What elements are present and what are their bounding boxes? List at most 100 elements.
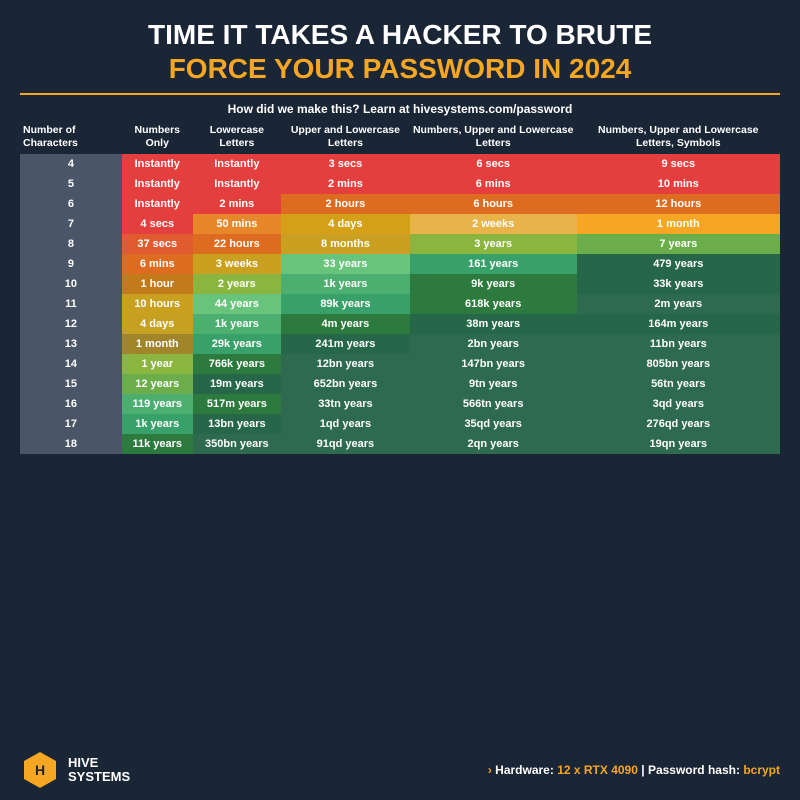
table-header-row: Number of Characters Numbers Only Lowerc… <box>20 119 780 154</box>
data-cell: 517m years <box>193 394 281 414</box>
hardware-label: Hardware: <box>495 763 557 777</box>
subtitle-text: How did we make this? Learn at hivesyste… <box>20 99 780 119</box>
char-count-cell: 12 <box>20 314 122 334</box>
table-row: 837 secs22 hours8 months3 years7 years <box>20 234 780 254</box>
table-row: 74 secs50 mins4 days2 weeks1 month <box>20 214 780 234</box>
data-cell: 35qd years <box>410 414 577 434</box>
data-cell: 6 mins <box>410 174 577 194</box>
col-header-upper-lower: Upper and Lowercase Letters <box>281 119 410 154</box>
data-cell: 6 mins <box>122 254 193 274</box>
data-cell: 652bn years <box>281 374 410 394</box>
char-count-cell: 9 <box>20 254 122 274</box>
data-cell: 3 secs <box>281 154 410 174</box>
data-cell: 12 hours <box>577 194 780 214</box>
main-title: TIME IT TAKES A HACKER TO BRUTE FORCE YO… <box>20 18 780 85</box>
table-row: 1512 years19m years652bn years9tn years5… <box>20 374 780 394</box>
char-count-cell: 18 <box>20 434 122 454</box>
title-line2: FORCE YOUR PASSWORD IN 2024 <box>20 52 780 86</box>
password-table: Number of Characters Numbers Only Lowerc… <box>20 119 780 454</box>
char-count-cell: 5 <box>20 174 122 194</box>
char-count-cell: 16 <box>20 394 122 414</box>
logo: H HIVESYSTEMS <box>20 750 130 790</box>
data-cell: Instantly <box>122 194 193 214</box>
data-cell: 479 years <box>577 254 780 274</box>
char-count-cell: 10 <box>20 274 122 294</box>
data-cell: 1 month <box>577 214 780 234</box>
data-cell: 2 mins <box>193 194 281 214</box>
data-cell: 2 mins <box>281 174 410 194</box>
footer: H HIVESYSTEMS › Hardware: 12 x RTX 4090 … <box>20 744 780 790</box>
data-cell: 33tn years <box>281 394 410 414</box>
table-row: 124 days1k years4m years38m years164m ye… <box>20 314 780 334</box>
data-cell: 10 mins <box>577 174 780 194</box>
data-cell: 29k years <box>193 334 281 354</box>
table-row: 1110 hours44 years89k years618k years2m … <box>20 294 780 314</box>
data-cell: 1 year <box>122 354 193 374</box>
data-cell: 19qn years <box>577 434 780 454</box>
data-cell: 805bn years <box>577 354 780 374</box>
table-row: 141 year766k years12bn years147bn years8… <box>20 354 780 374</box>
data-cell: 91qd years <box>281 434 410 454</box>
logo-text: HIVESYSTEMS <box>68 756 130 785</box>
data-cell: 10 hours <box>122 294 193 314</box>
data-cell: 2 years <box>193 274 281 294</box>
data-cell: 766k years <box>193 354 281 374</box>
data-cell: 2 hours <box>281 194 410 214</box>
data-cell: 3qd years <box>577 394 780 414</box>
data-cell: 6 secs <box>410 154 577 174</box>
main-container: TIME IT TAKES A HACKER TO BRUTE FORCE YO… <box>0 0 800 800</box>
data-cell: 4 secs <box>122 214 193 234</box>
data-cell: 12bn years <box>281 354 410 374</box>
data-cell: 37 secs <box>122 234 193 254</box>
data-cell: 2bn years <box>410 334 577 354</box>
data-cell: 4 days <box>281 214 410 234</box>
data-cell: 4 days <box>122 314 193 334</box>
separator: | <box>638 763 648 777</box>
hash-value: bcrypt <box>743 763 780 777</box>
char-count-cell: 14 <box>20 354 122 374</box>
data-cell: 89k years <box>281 294 410 314</box>
col-header-all: Numbers, Upper and Lowercase Letters, Sy… <box>577 119 780 154</box>
data-cell: 7 years <box>577 234 780 254</box>
data-cell: 4m years <box>281 314 410 334</box>
data-cell: 241m years <box>281 334 410 354</box>
data-cell: 9k years <box>410 274 577 294</box>
data-cell: 350bn years <box>193 434 281 454</box>
data-cell: 11bn years <box>577 334 780 354</box>
data-cell: 13bn years <box>193 414 281 434</box>
data-cell: 9tn years <box>410 374 577 394</box>
char-count-cell: 6 <box>20 194 122 214</box>
data-cell: 1qd years <box>281 414 410 434</box>
data-cell: 56tn years <box>577 374 780 394</box>
col-header-lower: Lowercase Letters <box>193 119 281 154</box>
char-count-cell: 13 <box>20 334 122 354</box>
data-cell: 3 weeks <box>193 254 281 274</box>
data-cell: 12 years <box>122 374 193 394</box>
data-cell: 38m years <box>410 314 577 334</box>
data-cell: 164m years <box>577 314 780 334</box>
table-body: 4InstantlyInstantly3 secs6 secs9 secs5In… <box>20 154 780 454</box>
char-count-cell: 4 <box>20 154 122 174</box>
data-cell: 566tn years <box>410 394 577 414</box>
data-cell: 3 years <box>410 234 577 254</box>
footer-hardware-info: › Hardware: 12 x RTX 4090 | Password has… <box>140 763 780 777</box>
char-count-cell: 7 <box>20 214 122 234</box>
data-cell: 1k years <box>193 314 281 334</box>
data-cell: 618k years <box>410 294 577 314</box>
data-cell: Instantly <box>193 174 281 194</box>
data-cell: 1 month <box>122 334 193 354</box>
data-cell: 8 months <box>281 234 410 254</box>
data-cell: 6 hours <box>410 194 577 214</box>
data-cell: 2qn years <box>410 434 577 454</box>
table-row: 96 mins3 weeks33 years161 years479 years <box>20 254 780 274</box>
table-row: 131 month29k years241m years2bn years11b… <box>20 334 780 354</box>
char-count-cell: 17 <box>20 414 122 434</box>
col-header-numbers: Numbers Only <box>122 119 193 154</box>
data-cell: 161 years <box>410 254 577 274</box>
data-cell: Instantly <box>122 174 193 194</box>
char-count-cell: 11 <box>20 294 122 314</box>
data-cell: 1k years <box>281 274 410 294</box>
table-row: 4InstantlyInstantly3 secs6 secs9 secs <box>20 154 780 174</box>
title-divider <box>20 93 780 95</box>
title-line1: TIME IT TAKES A HACKER TO BRUTE <box>20 18 780 52</box>
